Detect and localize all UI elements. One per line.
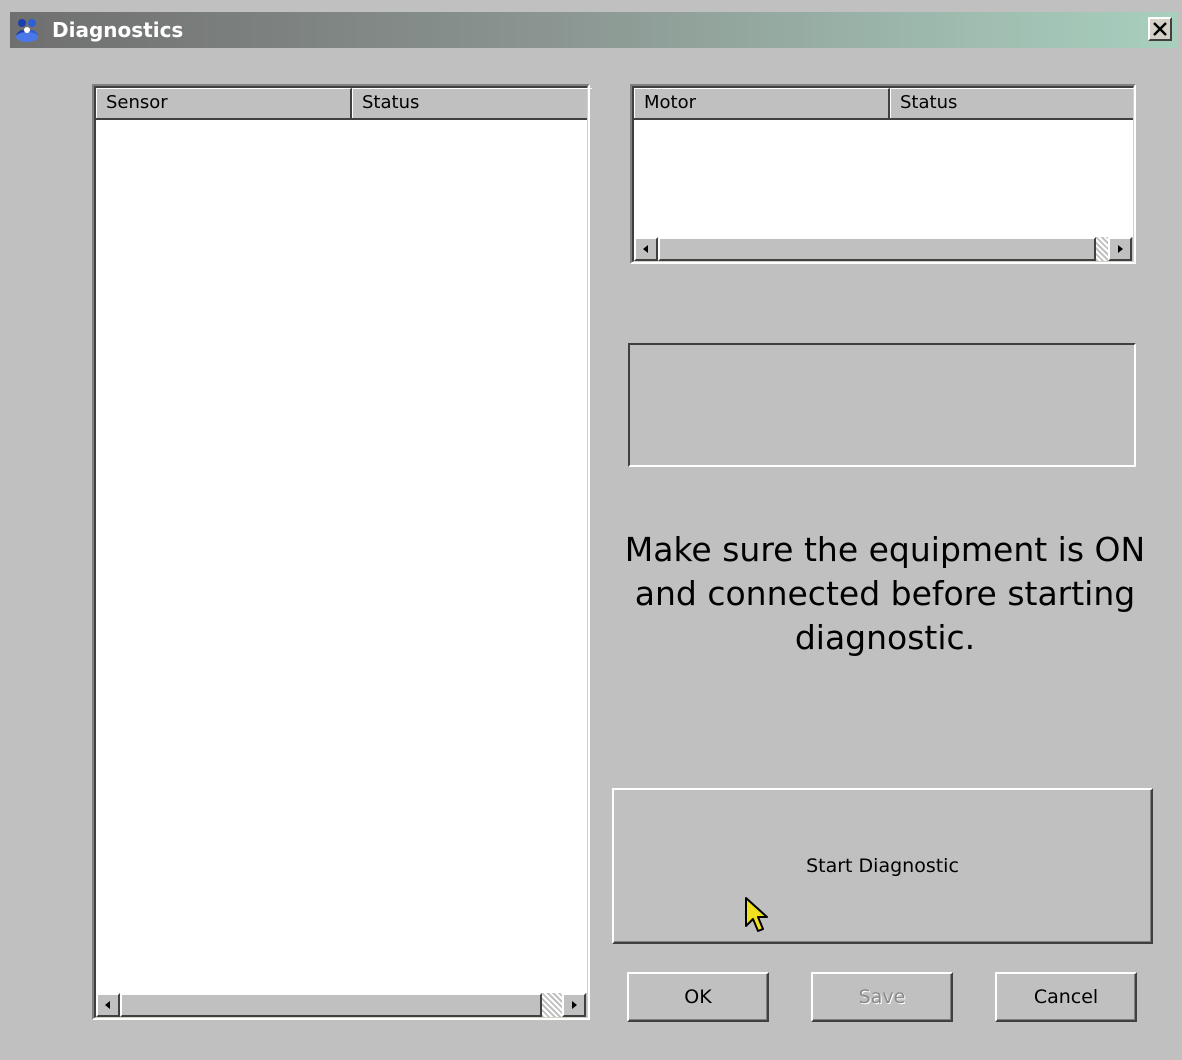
motor-list-frame: Motor Status xyxy=(632,86,1136,262)
arrow-left-icon xyxy=(105,1001,110,1009)
motor-list-header: Motor Status xyxy=(634,88,1136,120)
sensor-list-header: Sensor Status xyxy=(96,88,592,120)
motor-list-hscrollbar[interactable] xyxy=(634,237,1133,261)
scroll-left-button[interactable] xyxy=(96,993,120,1017)
save-button: Save xyxy=(811,972,953,1022)
scroll-right-button[interactable] xyxy=(1108,237,1132,261)
column-header-status[interactable]: Status xyxy=(890,88,1136,118)
scroll-right-button[interactable] xyxy=(562,993,586,1017)
sensor-list-frame: Sensor Status xyxy=(94,86,592,1018)
diagnostics-window: Diagnostics Sensor Status Motor Status M… xyxy=(0,0,1182,1060)
arrow-left-icon xyxy=(643,245,648,253)
start-diagnostic-button[interactable]: Start Diagnostic xyxy=(612,788,1153,944)
mouse-pointer-icon xyxy=(745,897,768,932)
sensor-list-hscrollbar[interactable] xyxy=(96,993,587,1017)
title-bar[interactable]: Diagnostics xyxy=(10,12,1178,48)
window-title: Diagnostics xyxy=(52,18,184,42)
message-line: Make sure the equipment is ON xyxy=(624,530,1146,569)
sensor-list[interactable]: Sensor Status xyxy=(92,84,592,1020)
message-line: diagnostic. xyxy=(794,618,976,657)
ok-button[interactable]: OK xyxy=(627,972,769,1022)
instruction-message: Make sure the equipment is ON and connec… xyxy=(600,528,1170,660)
column-header-motor[interactable]: Motor xyxy=(634,88,890,118)
sensor-list-body[interactable] xyxy=(96,120,587,1017)
arrow-right-icon xyxy=(572,1001,577,1009)
message-line: and connected before starting xyxy=(634,574,1136,613)
close-icon xyxy=(1153,22,1167,36)
arrow-right-icon xyxy=(1118,245,1123,253)
close-button[interactable] xyxy=(1148,17,1172,41)
scroll-track[interactable] xyxy=(1096,237,1108,261)
scroll-thumb[interactable] xyxy=(658,237,1096,261)
cancel-button[interactable]: Cancel xyxy=(995,972,1137,1022)
status-frame xyxy=(628,343,1136,467)
scroll-track[interactable] xyxy=(542,993,562,1017)
people-icon xyxy=(16,19,38,42)
column-header-status[interactable]: Status xyxy=(352,88,592,118)
scroll-left-button[interactable] xyxy=(634,237,658,261)
scroll-thumb[interactable] xyxy=(120,993,542,1017)
column-header-sensor[interactable]: Sensor xyxy=(96,88,352,118)
motor-list[interactable]: Motor Status xyxy=(630,84,1136,264)
